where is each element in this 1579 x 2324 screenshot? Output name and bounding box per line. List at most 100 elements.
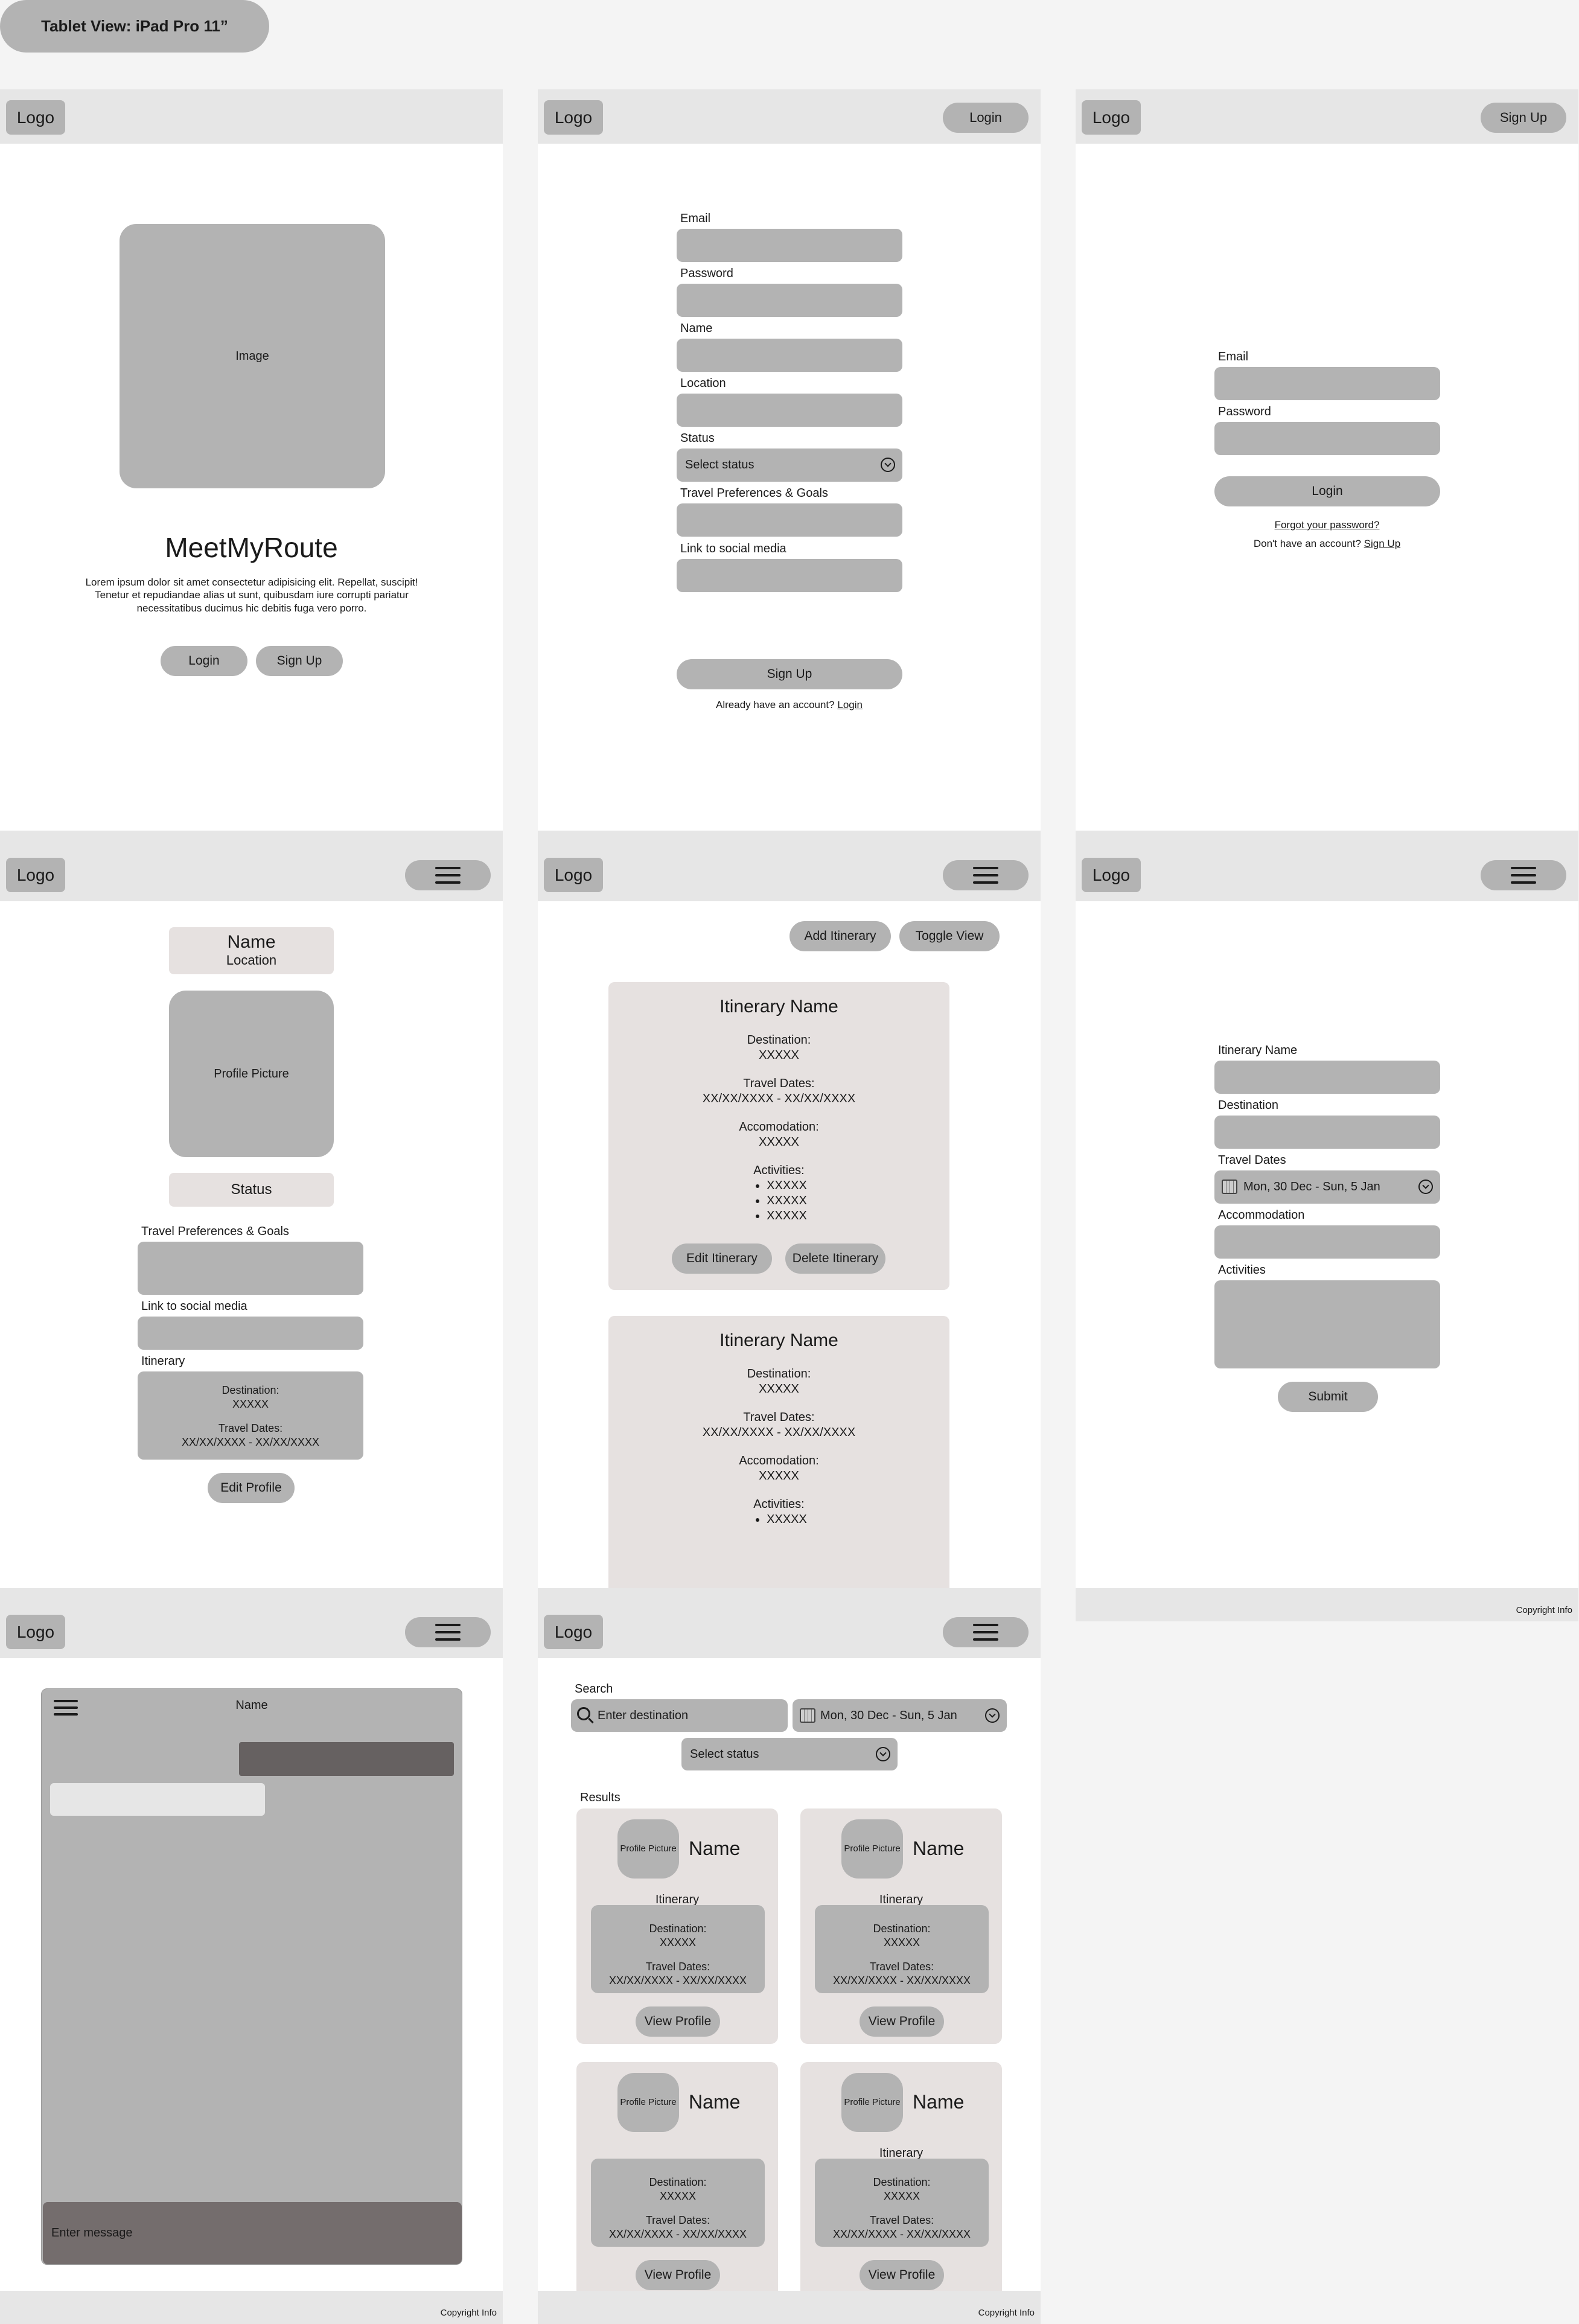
view-profile-button[interactable]: View Profile (860, 2260, 944, 2290)
location-field[interactable] (677, 394, 902, 427)
destination-value: XXXXX (759, 1048, 799, 1062)
activities-list: XXXXX XXXXX XXXXX (751, 1178, 807, 1224)
logo[interactable]: Logo (544, 858, 603, 892)
menu-icon[interactable] (405, 860, 491, 890)
profile-name-card: Name Location (169, 927, 334, 974)
footer: Copyright Info (0, 2291, 503, 2324)
toggle-view-button[interactable]: Toggle View (899, 921, 1000, 951)
dates-label: Travel Dates: (218, 1422, 283, 1434)
travel-dates-picker[interactable]: Mon, 30 Dec - Sun, 5 Jan (1214, 1170, 1440, 1204)
preferences-field[interactable] (677, 503, 902, 537)
preferences-label: Travel Preferences & Goals (141, 1225, 289, 1238)
email-field[interactable] (677, 229, 902, 262)
dates-label: Travel Dates: (645, 1961, 710, 1973)
accommodation-label: Accomodation: (739, 1454, 819, 1467)
chat-contact-name: Name (235, 1699, 268, 1712)
destination-label: Destination: (649, 1923, 707, 1935)
logo[interactable]: Logo (6, 858, 65, 892)
header: Logo (0, 1604, 503, 1658)
activities-field[interactable] (1214, 1280, 1440, 1368)
name-label: Name (680, 322, 713, 335)
password-field[interactable] (1214, 422, 1440, 455)
accommodation-field[interactable] (1214, 1225, 1440, 1259)
logo[interactable]: Logo (6, 100, 65, 135)
destination-label: Destination: (873, 1923, 931, 1935)
header: Logo Login (538, 89, 1041, 144)
logo[interactable]: Logo (544, 100, 603, 135)
profile-picture: Profile Picture (617, 1819, 679, 1879)
activity-item: XXXXX (767, 1208, 807, 1224)
menu-icon[interactable] (943, 860, 1029, 890)
password-field[interactable] (677, 284, 902, 317)
activity-item: XXXXX (767, 1193, 807, 1208)
signup-screen: Logo Login Email Password Name Location … (538, 89, 1041, 864)
result-card: Profile Picture Name Itinerary Destinati… (800, 2062, 1002, 2297)
chevron-down-icon (876, 1747, 890, 1761)
itinerary-name: Itinerary Name (719, 997, 838, 1017)
dates-label: Travel Dates: (645, 2214, 710, 2226)
social-field[interactable] (677, 559, 902, 592)
header-signup-button[interactable]: Sign Up (1481, 103, 1566, 133)
submit-button[interactable]: Submit (1278, 1382, 1378, 1412)
forgot-password-link[interactable]: Forgot your password? (1076, 519, 1578, 531)
view-profile-button[interactable]: View Profile (636, 2006, 720, 2037)
result-name: Name (689, 2091, 741, 2113)
delete-itinerary-button[interactable]: Delete Itinerary (785, 1243, 885, 1274)
message-input[interactable]: Enter message (43, 2202, 462, 2264)
signup-prompt: Don't have an account? Sign Up (1076, 538, 1578, 550)
status-select[interactable]: Select status (677, 449, 902, 482)
profile-picture: Profile Picture (169, 991, 334, 1157)
signup-link[interactable]: Sign Up (1364, 538, 1400, 549)
signup-button[interactable]: Sign Up (256, 646, 343, 676)
destination-field[interactable] (1214, 1116, 1440, 1149)
dates-label: Travel Dates: (869, 1961, 934, 1973)
no-account-text: Don't have an account? (1253, 538, 1361, 549)
view-profile-button[interactable]: View Profile (860, 2006, 944, 2037)
add-itinerary-button[interactable]: Add Itinerary (790, 921, 891, 951)
email-field[interactable] (1214, 367, 1440, 400)
page-title: Tablet View: iPad Pro 11” (0, 0, 269, 53)
dates-value: XX/XX/XXXX - XX/XX/XXXX (702, 1091, 856, 1105)
activities-label: Activities (1218, 1263, 1266, 1277)
email-label: Email (680, 212, 711, 225)
itinerary-summary[interactable]: Destination: XXXXX Travel Dates: XX/XX/X… (138, 1371, 363, 1460)
copyright: Copyright Info (978, 2308, 1035, 2318)
activities-label: Activities: (753, 1163, 805, 1177)
menu-icon[interactable] (943, 1617, 1029, 1647)
accommodation-label: Accomodation: (739, 1120, 819, 1134)
name-field[interactable] (677, 339, 902, 372)
menu-icon[interactable] (405, 1617, 491, 1647)
activity-item: XXXXX (767, 1512, 807, 1527)
login-link[interactable]: Login (837, 699, 863, 710)
header-login-button[interactable]: Login (943, 103, 1029, 133)
itinerary-summary: Destination: XXXXX Travel Dates: XX/XX/X… (815, 1905, 989, 1993)
dates-label: Travel Dates: (743, 1076, 815, 1090)
status-label: Status (680, 432, 715, 445)
status-badge: Status (169, 1173, 334, 1207)
search-icon-handle (588, 1717, 594, 1724)
header: Logo (0, 847, 503, 901)
status-select[interactable]: Select status (681, 1738, 898, 1770)
footer: Copyright Info (1076, 1588, 1578, 1621)
dates-picker[interactable]: Mon, 30 Dec - Sun, 5 Jan (793, 1699, 1007, 1732)
dates-value: XX/XX/XXXX - XX/XX/XXXX (832, 2227, 971, 2240)
edit-itinerary-button[interactable]: Edit Itinerary (672, 1243, 772, 1274)
logo[interactable]: Logo (1082, 100, 1141, 135)
chevron-down-icon (1418, 1180, 1433, 1194)
login-submit-button[interactable]: Login (1214, 476, 1440, 506)
logo[interactable]: Logo (544, 1615, 603, 1649)
sent-message (239, 1742, 454, 1776)
menu-icon[interactable] (1481, 860, 1566, 890)
logo[interactable]: Logo (1082, 858, 1141, 892)
login-button[interactable]: Login (161, 646, 247, 676)
password-label: Password (1218, 405, 1271, 418)
signup-submit-button[interactable]: Sign Up (677, 659, 902, 689)
activities-list: XXXXX (751, 1512, 807, 1527)
view-profile-button[interactable]: View Profile (636, 2260, 720, 2290)
itinerary-name-field[interactable] (1214, 1061, 1440, 1094)
search-input[interactable]: Enter destination (571, 1699, 788, 1732)
edit-profile-button[interactable]: Edit Profile (208, 1473, 295, 1503)
logo[interactable]: Logo (6, 1615, 65, 1649)
header: Logo (538, 847, 1041, 901)
itinerary-summary: Destination: XXXXX Travel Dates: XX/XX/X… (591, 2159, 765, 2247)
